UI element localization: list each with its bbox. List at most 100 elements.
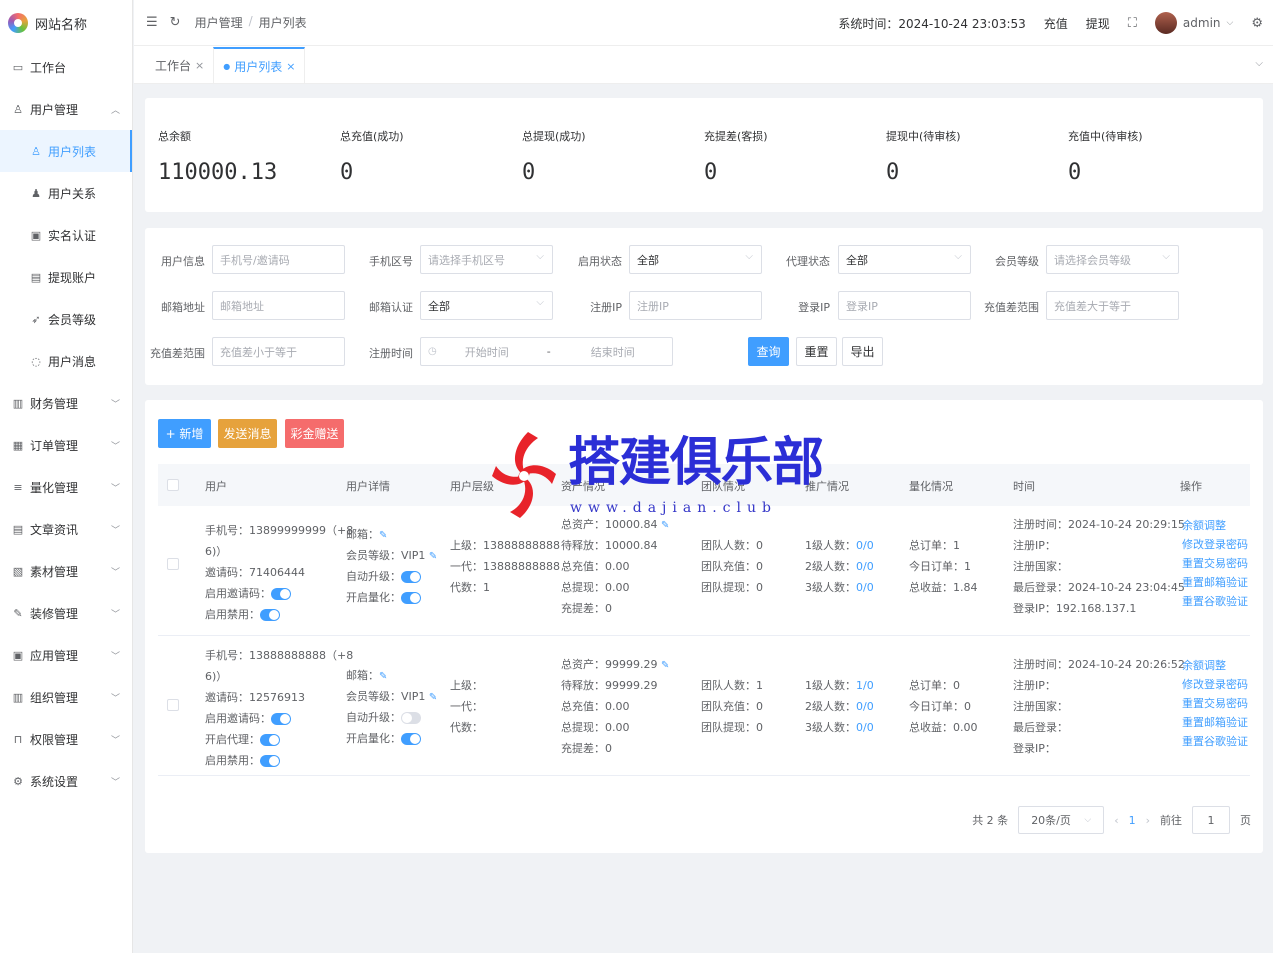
edit-icon[interactable]: ✎: [661, 660, 669, 671]
row-action-link[interactable]: 余额调整: [1182, 656, 1248, 675]
tab-label: 用户列表: [234, 59, 283, 74]
edit-icon[interactable]: ✎: [661, 520, 669, 531]
page-number[interactable]: 1: [1129, 814, 1136, 827]
add-button[interactable]: + 新增: [158, 419, 211, 448]
quant-toggle-label: 开启量化：: [346, 732, 401, 745]
row-action-link[interactable]: 重置交易密码: [1182, 694, 1248, 713]
row-action-link[interactable]: 重置谷歌验证: [1182, 732, 1248, 751]
sidebar-item[interactable]: ▥ 组织管理 ﹀: [0, 676, 132, 718]
next-page-icon[interactable]: ›: [1146, 814, 1150, 827]
register-ip-input[interactable]: 注册IP: [629, 291, 762, 320]
sidebar-item[interactable]: ♟ 用户关系: [0, 172, 132, 214]
toggle-switch[interactable]: [260, 734, 280, 746]
edit-icon[interactable]: ✎: [379, 530, 387, 541]
close-icon[interactable]: ×: [195, 59, 204, 72]
sidebar-item[interactable]: ♙ 用户管理 ︿: [0, 88, 132, 130]
total-assets: 总资产：10000.84: [561, 518, 658, 531]
area-code-select[interactable]: 请选择手机区号: [420, 245, 553, 274]
sidebar-item[interactable]: ▦ 订单管理 ﹀: [0, 424, 132, 466]
toggle-switch[interactable]: [401, 592, 421, 604]
row-action-link[interactable]: 修改登录密码: [1182, 535, 1248, 554]
settings-icon[interactable]: ⚙: [1251, 16, 1263, 31]
user-info-input[interactable]: 手机号/邀请码: [212, 245, 345, 274]
tab-workbench[interactable]: 工作台 ×: [146, 47, 213, 83]
recharge-diff-min-input[interactable]: 充值差大于等于: [1046, 291, 1179, 320]
tab-user-list[interactable]: ● 用户列表 ×: [213, 47, 306, 83]
register-time-range[interactable]: ◷ 开始时间 - 结束时间: [420, 337, 673, 366]
promo-count[interactable]: 0/0: [856, 581, 874, 594]
select-all-checkbox[interactable]: [167, 479, 179, 491]
toggle-switch[interactable]: [260, 755, 280, 767]
sidebar-item[interactable]: ≡ 量化管理 ﹀: [0, 466, 132, 508]
site-logo[interactable]: 网站名称: [0, 0, 132, 46]
email-input[interactable]: 邮箱地址: [212, 291, 345, 320]
promo-count[interactable]: 0/0: [856, 539, 874, 552]
sidebar-item[interactable]: ✎ 装修管理 ﹀: [0, 592, 132, 634]
prev-page-icon[interactable]: ‹: [1114, 814, 1118, 827]
promo-count[interactable]: 1/0: [856, 679, 874, 692]
stat-label: 充提差(客损): [704, 130, 768, 143]
sidebar-item[interactable]: ▣ 应用管理 ﹀: [0, 634, 132, 676]
toggle-switch[interactable]: [401, 712, 421, 724]
recharge-diff-max-input[interactable]: 充值差小于等于: [212, 337, 345, 366]
search-button[interactable]: 查询: [748, 337, 789, 366]
member-level-select[interactable]: 请选择会员等级: [1046, 245, 1179, 274]
row-checkbox[interactable]: [167, 699, 179, 711]
avatar[interactable]: [1154, 12, 1177, 34]
edit-icon[interactable]: ✎: [429, 551, 437, 562]
username[interactable]: admin: [1183, 16, 1221, 30]
promo-count[interactable]: 0/0: [856, 560, 874, 573]
edit-icon[interactable]: ✎: [379, 671, 387, 682]
sidebar-item[interactable]: ◌ 用户消息: [0, 340, 132, 382]
sidebar-item[interactable]: ▣ 实名认证: [0, 214, 132, 256]
breadcrumb-item[interactable]: 用户管理: [195, 14, 243, 31]
start-time[interactable]: 开始时间: [465, 344, 509, 360]
toggle-switch[interactable]: [271, 588, 291, 600]
page-size-select[interactable]: 20条/页 ⌵: [1018, 806, 1105, 834]
row-action-link[interactable]: 余额调整: [1182, 516, 1248, 535]
chevron-down-icon[interactable]: ⌵: [1255, 58, 1263, 69]
id-card-icon: ▣: [30, 228, 42, 242]
row-action-link[interactable]: 重置邮箱验证: [1182, 713, 1248, 732]
sidebar-item[interactable]: ▤ 提现账户: [0, 256, 132, 298]
toggle-switch[interactable]: [401, 733, 421, 745]
row-action-link[interactable]: 重置谷歌验证: [1182, 592, 1248, 611]
refresh-icon[interactable]: ↻: [170, 15, 181, 30]
reset-button[interactable]: 重置: [796, 337, 837, 366]
chevron-down-icon[interactable]: ⌵: [1227, 18, 1234, 28]
send-message-button[interactable]: 发送消息: [218, 419, 277, 448]
bonus-gift-button[interactable]: 彩金赠送: [285, 419, 344, 448]
sidebar-item[interactable]: ♙ 用户列表: [0, 130, 132, 172]
promo-count[interactable]: 0/0: [856, 700, 874, 713]
stat-item: 充提差(客损) 0: [704, 98, 886, 212]
end-time[interactable]: 结束时间: [591, 344, 635, 360]
enable-status-select[interactable]: 全部: [629, 245, 762, 274]
promo-count[interactable]: 0/0: [856, 721, 874, 734]
email-verify-select[interactable]: 全部: [420, 291, 553, 320]
row-checkbox[interactable]: [167, 558, 179, 570]
edit-icon[interactable]: ✎: [429, 692, 437, 703]
sidebar-item-label: 提现账户: [48, 270, 97, 285]
fullscreen-icon[interactable]: ⛶: [1128, 16, 1137, 31]
login-ip-input[interactable]: 登录IP: [838, 291, 971, 320]
agent-status-select[interactable]: 全部: [838, 245, 971, 274]
toggle-switch[interactable]: [260, 609, 280, 621]
close-icon[interactable]: ×: [286, 60, 295, 73]
sidebar-item[interactable]: ➶ 会员等级: [0, 298, 132, 340]
export-button[interactable]: 导出: [842, 337, 883, 366]
goto-page-input[interactable]: 1: [1192, 806, 1230, 834]
withdraw-link[interactable]: 提现: [1086, 15, 1110, 32]
sidebar-item[interactable]: ▤ 文章资讯 ﹀: [0, 508, 132, 550]
recharge-link[interactable]: 充值: [1044, 15, 1068, 32]
toggle-switch[interactable]: [401, 571, 421, 583]
sidebar-item[interactable]: ▥ 财务管理 ﹀: [0, 382, 132, 424]
sidebar-item[interactable]: ▭ 工作台: [0, 46, 132, 88]
row-action-link[interactable]: 修改登录密码: [1182, 675, 1248, 694]
row-action-link[interactable]: 重置交易密码: [1182, 554, 1248, 573]
toggle-switch[interactable]: [271, 713, 291, 725]
sidebar-item[interactable]: ▧ 素材管理 ﹀: [0, 550, 132, 592]
menu-fold-icon[interactable]: ☰: [146, 15, 158, 30]
sidebar-item[interactable]: ⊓ 权限管理 ﹀: [0, 718, 132, 760]
row-action-link[interactable]: 重置邮箱验证: [1182, 573, 1248, 592]
sidebar-item[interactable]: ⚙ 系统设置 ﹀: [0, 760, 132, 802]
